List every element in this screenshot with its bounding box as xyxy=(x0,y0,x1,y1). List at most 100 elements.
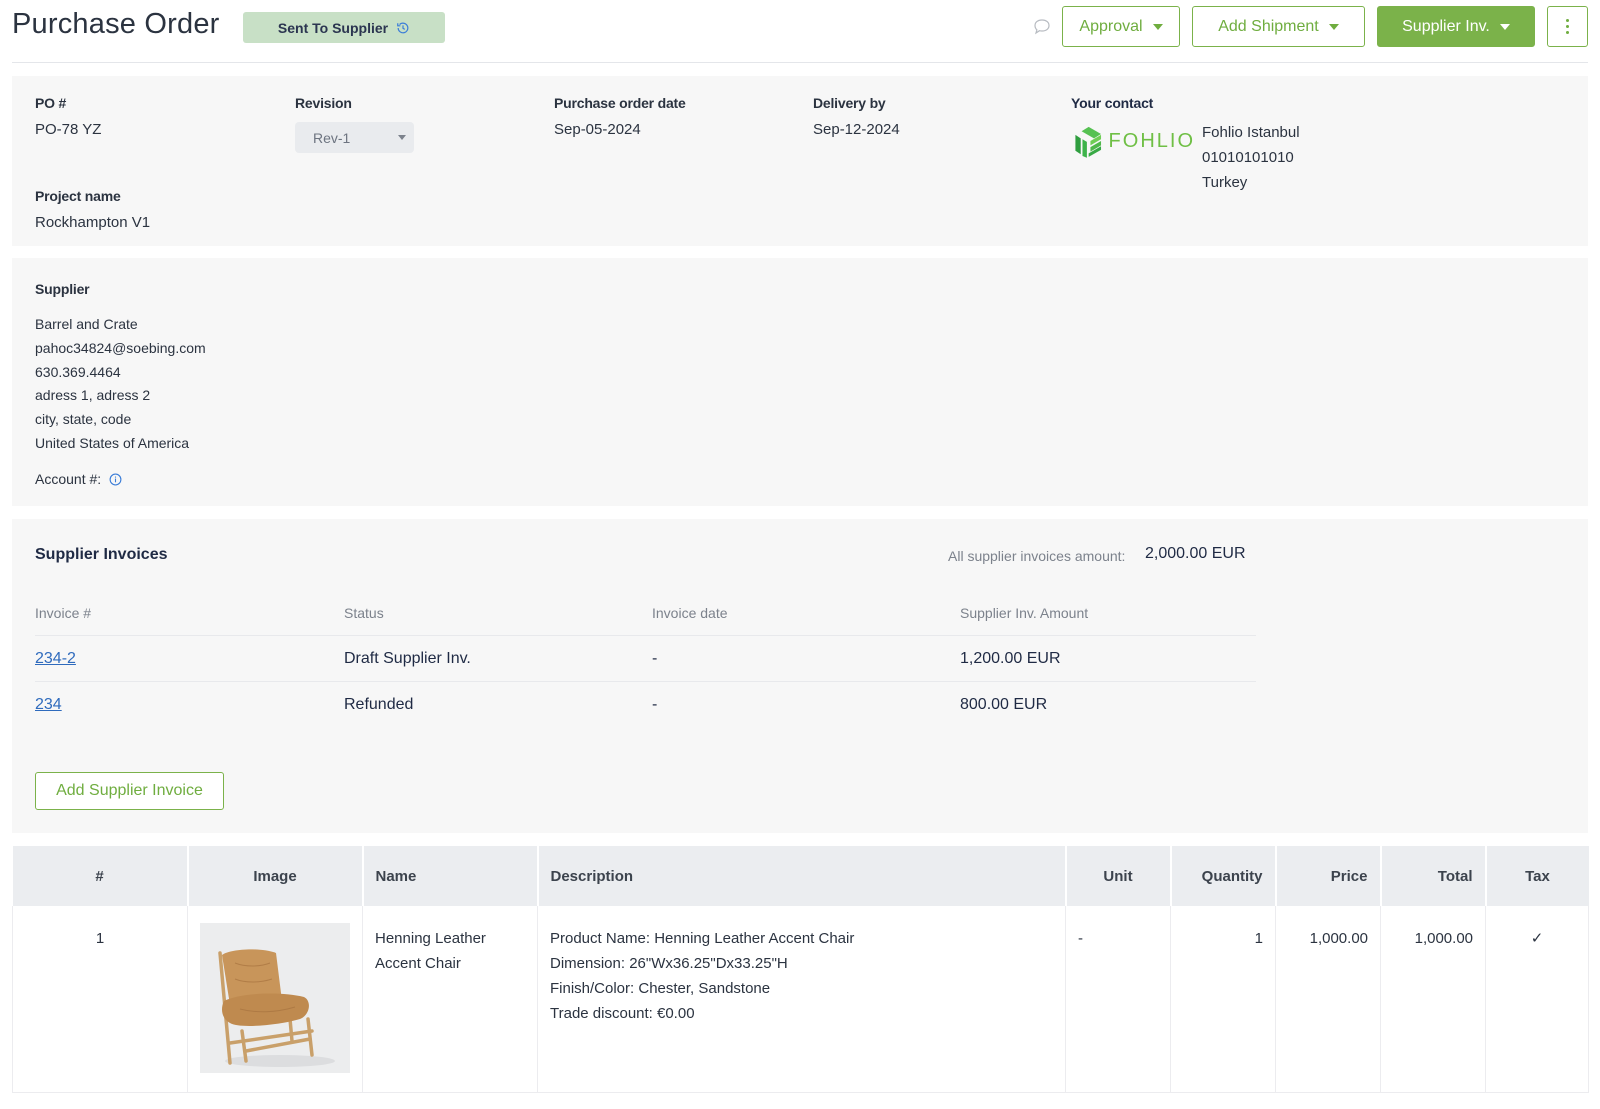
table-header-row: # Image Name Description Unit Quantity P… xyxy=(12,846,1589,906)
supplier-city: city, state, code xyxy=(35,411,132,428)
supplier-invoices-panel: Supplier Invoices All supplier invoices … xyxy=(12,519,1588,833)
status-badge[interactable]: Sent To Supplier xyxy=(243,12,445,43)
column-header-total: Total xyxy=(1380,846,1487,906)
item-name: Henning Leather Accent Chair xyxy=(362,906,538,1093)
po-number-value: PO-78 YZ xyxy=(35,121,102,138)
contact-label: Your contact xyxy=(1071,95,1154,111)
account-number: Account #: xyxy=(35,471,122,487)
column-header-tax: Tax xyxy=(1485,846,1589,906)
item-total: 1,000.00 xyxy=(1380,906,1486,1093)
column-header-name: Name xyxy=(362,846,539,906)
approval-button-label: Approval xyxy=(1079,17,1143,35)
info-icon[interactable] xyxy=(109,473,122,486)
logo-text: FOHLIO xyxy=(1108,129,1195,152)
caret-down-icon xyxy=(398,135,406,140)
page-title: Purchase Order xyxy=(12,8,220,40)
invoice-status: Refunded xyxy=(344,696,414,713)
supplier-country: United States of America xyxy=(35,434,190,451)
invoice-status: Draft Supplier Inv. xyxy=(344,649,471,667)
supplier-panel: Supplier Barrel and Crate pahoc34824@soe… xyxy=(12,258,1588,506)
invoice-amount: 1,200.00 EUR xyxy=(960,649,1061,667)
supplier-email: pahoc34824@soebing.com xyxy=(35,339,206,356)
invoice-date: - xyxy=(652,696,658,713)
column-header-quantity: Quantity xyxy=(1170,846,1277,906)
supplier-info: Barrel and Crate pahoc34824@soebing.com … xyxy=(35,313,206,456)
po-date-label: Purchase order date xyxy=(554,95,686,111)
column-header-date: Invoice date xyxy=(652,605,728,621)
comment-icon[interactable] xyxy=(1032,17,1052,37)
add-supplier-invoice-button[interactable]: Add Supplier Invoice xyxy=(35,772,224,810)
po-date-value: Sep-05-2024 xyxy=(554,121,641,138)
contact-phone: 01010101010 xyxy=(1202,149,1294,166)
description-line: Dimension: 26"Wx36.25"Dx33.25"H xyxy=(550,955,788,972)
column-header-description: Description xyxy=(537,846,1067,906)
supplier-invoices-table: Invoice # Status Invoice date Supplier I… xyxy=(35,591,1256,728)
revision-select-value: Rev-1 xyxy=(313,129,351,146)
status-badge-label: Sent To Supplier xyxy=(277,19,389,36)
column-header-invoice: Invoice # xyxy=(35,605,92,621)
table-header-row: Invoice # Status Invoice date Supplier I… xyxy=(35,591,1256,636)
line-items-table: # Image Name Description Unit Quantity P… xyxy=(12,846,1589,1093)
invoice-date: - xyxy=(652,649,658,667)
add-shipment-button-label: Add Shipment xyxy=(1218,17,1319,35)
supplier-inv-button[interactable]: Supplier Inv. xyxy=(1377,6,1535,47)
caret-down-icon xyxy=(1328,23,1339,30)
account-number-label: Account #: xyxy=(35,471,102,487)
approval-button[interactable]: Approval xyxy=(1062,6,1180,47)
add-shipment-button[interactable]: Add Shipment xyxy=(1192,6,1365,47)
more-options-button[interactable] xyxy=(1547,6,1588,47)
revision-label: Revision xyxy=(295,95,352,111)
delivery-value: Sep-12-2024 xyxy=(813,121,900,138)
column-header-price: Price xyxy=(1275,846,1382,906)
contact-info: Fohlio Istanbul 01010101010 Turkey xyxy=(1202,120,1300,195)
supplier-inv-button-label: Supplier Inv. xyxy=(1402,17,1490,35)
supplier-address: adress 1, adress 2 xyxy=(35,387,151,404)
project-name-value: Rockhampton V1 xyxy=(35,214,151,231)
kebab-dot xyxy=(1566,19,1569,22)
supplier-phone: 630.369.4464 xyxy=(35,363,121,380)
column-header-index: # xyxy=(12,846,189,906)
item-price: 1,000.00 xyxy=(1275,906,1381,1093)
caret-down-icon xyxy=(1499,23,1510,30)
kebab-dot xyxy=(1566,31,1569,34)
item-unit: - xyxy=(1065,906,1171,1093)
item-description: Product Name: Henning Leather Accent Cha… xyxy=(537,906,1066,1093)
revision-select[interactable]: Rev-1 xyxy=(295,122,414,153)
checkmark-icon: ✓ xyxy=(1530,930,1544,947)
item-tax: ✓ xyxy=(1485,906,1589,1093)
invoice-link[interactable]: 234-2 xyxy=(35,636,76,681)
description-line: Product Name: Henning Leather Accent Cha… xyxy=(550,930,855,947)
invoice-link[interactable]: 234 xyxy=(35,682,62,728)
description-line: Trade discount: €0.00 xyxy=(550,1005,695,1022)
page-header: Purchase Order Sent To Supplier Approval… xyxy=(12,0,1588,63)
fohlio-logo-icon xyxy=(1075,126,1102,158)
chair-photo[interactable] xyxy=(200,923,350,1073)
column-header-status: Status xyxy=(344,605,384,621)
invoices-total-value: 2,000.00 EUR xyxy=(1145,545,1246,562)
item-index: 1 xyxy=(12,906,188,1093)
order-details-panel: PO # PO-78 YZ Revision Rev-1 Purchase or… xyxy=(12,76,1588,246)
description-line: Finish/Color: Chester, Sandstone xyxy=(550,980,771,997)
chair-image-icon xyxy=(200,923,350,1073)
supplier-name: Barrel and Crate xyxy=(35,316,138,332)
invoice-amount: 800.00 EUR xyxy=(960,696,1048,713)
column-header-image: Image xyxy=(187,846,364,906)
table-row[interactable]: 1 Henning Leather Accent Chair Product N… xyxy=(12,906,1589,1093)
contact-name: Fohlio Istanbul xyxy=(1202,124,1300,141)
supplier-invoices-title: Supplier Invoices xyxy=(35,546,168,563)
caret-down-icon xyxy=(1152,23,1163,30)
kebab-dot xyxy=(1566,25,1569,28)
contact-country: Turkey xyxy=(1202,174,1248,191)
column-header-amount: Supplier Inv. Amount xyxy=(960,605,1089,621)
table-row: 234-2 Draft Supplier Inv. - 1,200.00 EUR xyxy=(35,636,1256,682)
company-logo: FOHLIO xyxy=(1071,120,1195,162)
delivery-label: Delivery by xyxy=(813,95,886,111)
item-image-cell xyxy=(187,906,363,1093)
item-quantity: 1 xyxy=(1170,906,1276,1093)
table-row: 234 Refunded - 800.00 EUR xyxy=(35,682,1256,728)
supplier-label: Supplier xyxy=(35,281,90,297)
column-header-unit: Unit xyxy=(1065,846,1172,906)
po-number-label: PO # xyxy=(35,95,67,111)
project-name-label: Project name xyxy=(35,188,121,204)
history-icon xyxy=(397,22,409,33)
